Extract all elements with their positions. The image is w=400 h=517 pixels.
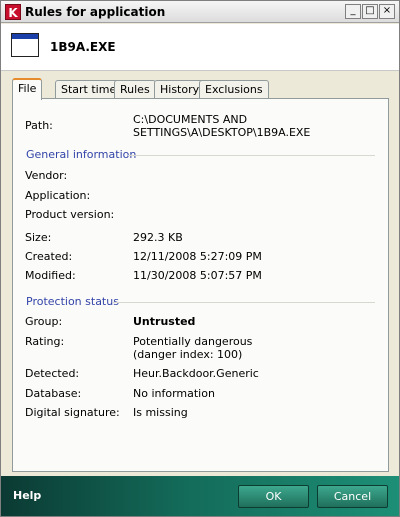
created-label: Created: — [25, 250, 73, 263]
general-information-title: General information — [26, 148, 137, 161]
digital-signature-value: Is missing — [133, 406, 188, 419]
window-title: Rules for application — [25, 5, 166, 19]
application-filename: 1B9A.EXE — [50, 40, 116, 54]
cancel-button[interactable]: Cancel — [317, 485, 388, 508]
tab-history[interactable]: History — [154, 80, 206, 99]
application-window-icon — [11, 33, 39, 57]
help-link[interactable]: Help — [13, 489, 41, 502]
group-value: Untrusted — [133, 315, 196, 328]
vendor-label: Vendor: — [25, 169, 68, 182]
maximize-button[interactable]: □ — [362, 4, 378, 19]
path-label: Path: — [25, 119, 53, 132]
kaspersky-logo-icon: K — [5, 4, 21, 20]
tab-start-time[interactable]: Start time — [55, 80, 123, 99]
file-panel: Path: C:\DOCUMENTS AND SETTINGS\A\DESKTO… — [12, 98, 389, 472]
tab-exclusions[interactable]: Exclusions — [199, 80, 269, 99]
product-version-label: Product version: — [25, 208, 115, 221]
header: 1B9A.EXE — [1, 24, 399, 71]
ok-button[interactable]: OK — [238, 485, 309, 508]
database-label: Database: — [25, 387, 82, 400]
close-button[interactable]: × — [379, 4, 395, 19]
detected-value: Heur.Backdoor.Generic — [133, 367, 259, 380]
size-value: 292.3 KB — [133, 231, 183, 244]
tab-file[interactable]: File — [12, 78, 43, 100]
size-label: Size: — [25, 231, 52, 244]
tab-rules[interactable]: Rules — [114, 80, 156, 99]
minimize-button[interactable]: _ — [345, 4, 361, 19]
rating-value: Potentially dangerous — [133, 335, 253, 348]
created-value: 12/11/2008 5:27:09 PM — [133, 250, 262, 263]
application-label: Application: — [25, 189, 91, 202]
modified-value: 11/30/2008 5:07:57 PM — [133, 269, 262, 282]
section-divider — [128, 155, 375, 156]
path-value: C:\DOCUMENTS AND SETTINGS\A\DESKTOP\1B9A… — [133, 113, 311, 139]
rating-danger-index: (danger index: 100) — [133, 348, 243, 361]
title-bar: K Rules for application _ □ × — [1, 1, 399, 23]
modified-label: Modified: — [25, 269, 76, 282]
database-value: No information — [133, 387, 215, 400]
rules-window: K Rules for application _ □ × 1B9A.EXE F… — [0, 0, 400, 517]
footer-bar: Help OK Cancel — [1, 476, 399, 516]
rating-label: Rating: — [25, 335, 65, 348]
detected-label: Detected: — [25, 367, 80, 380]
group-label: Group: — [25, 315, 63, 328]
digital-signature-label: Digital signature: — [25, 406, 120, 419]
protection-status-title: Protection status — [26, 295, 119, 308]
section-divider — [113, 302, 375, 303]
